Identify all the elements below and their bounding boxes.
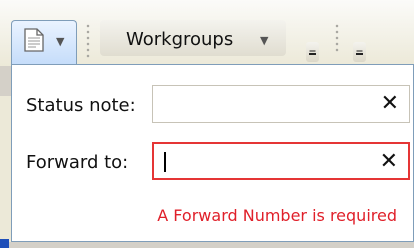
clear-status-note-icon[interactable]: ✕ — [381, 90, 399, 118]
overflow-icon — [309, 53, 316, 55]
workgroups-dropdown[interactable]: Workgroups ▼ — [100, 20, 286, 56]
status-dropdown-panel: Status note: ✕ Forward to: ✕ A Forward N… — [11, 64, 414, 242]
toolbar-grip[interactable] — [86, 24, 90, 60]
chevron-down-icon: ▼ — [56, 35, 65, 48]
forward-to-field[interactable]: ✕ — [152, 142, 410, 180]
forward-number-error: A Forward Number is required — [157, 206, 397, 225]
document-menu-button[interactable]: ▼ — [11, 20, 77, 66]
forward-to-label: Forward to: — [26, 152, 129, 173]
toolbar-overflow-button[interactable] — [306, 42, 319, 62]
text-caret — [164, 152, 166, 172]
status-note-label: Status note: — [26, 95, 136, 116]
toolbar: ▼ Workgroups ▼ — [0, 0, 414, 66]
chevron-down-icon: ▼ — [260, 34, 269, 47]
toolbar-overflow-button[interactable] — [353, 42, 366, 62]
toolbar-grip[interactable] — [335, 24, 339, 54]
overflow-icon — [356, 53, 363, 55]
status-note-field[interactable]: ✕ — [152, 85, 410, 123]
clear-forward-to-icon[interactable]: ✕ — [380, 148, 398, 176]
workgroups-label: Workgroups — [126, 29, 234, 50]
document-icon — [24, 28, 44, 52]
background-selection — [0, 239, 9, 248]
background-window-edge — [0, 96, 11, 248]
